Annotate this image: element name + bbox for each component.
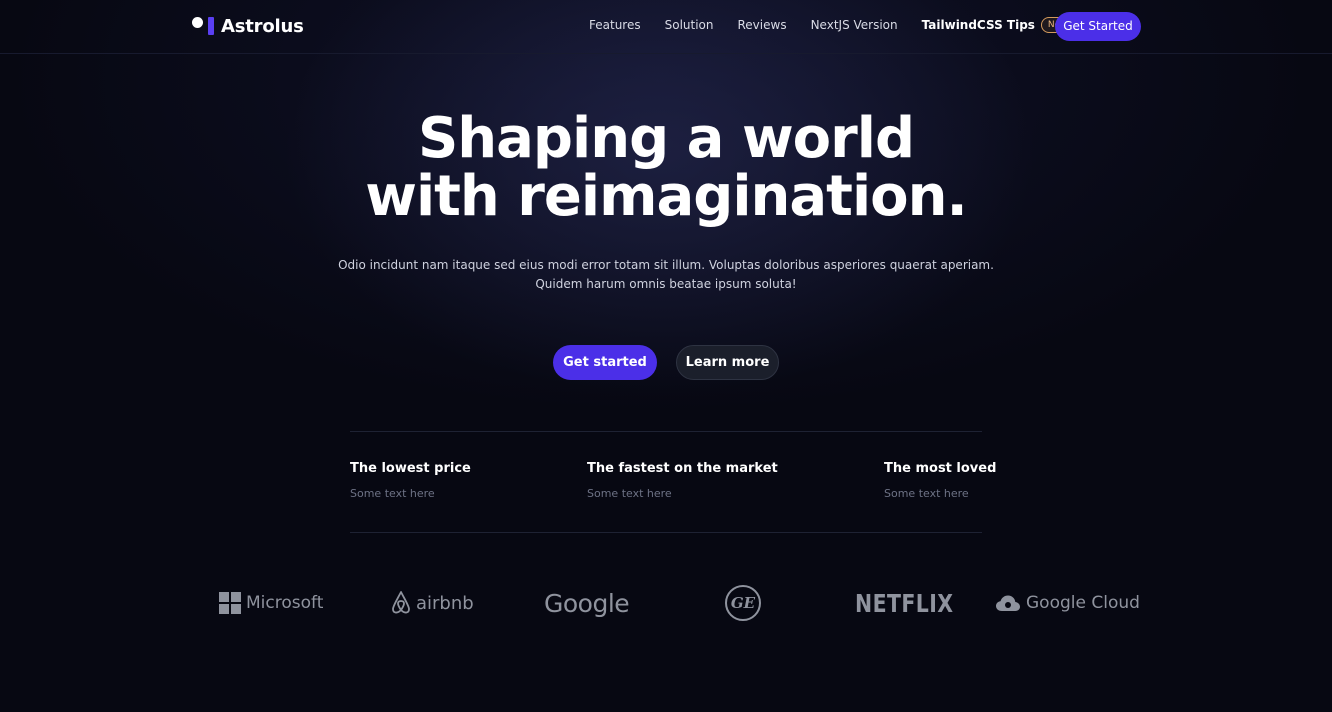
nav-link-nextjs-version[interactable]: NextJS Version xyxy=(811,18,898,32)
hero-title-line-2: with reimagination. xyxy=(365,164,968,229)
hero-subtitle-line-1: Odio incidunt nam itaque sed eius modi e… xyxy=(338,258,994,272)
nav-link-features[interactable]: Features xyxy=(589,18,641,32)
airbnb-icon xyxy=(392,591,410,614)
google-cloud-wordmark: Google Cloud xyxy=(1026,593,1140,613)
feature-text: Some text here xyxy=(587,487,672,500)
ge-monogram: GE xyxy=(730,594,756,612)
nav-link-reviews[interactable]: Reviews xyxy=(738,18,787,32)
nav-links: Features Solution Reviews NextJS Version… xyxy=(589,17,1075,33)
brand-logo[interactable]: Astrolus xyxy=(192,14,304,38)
google-logo: Google xyxy=(544,584,630,622)
nav-link-tailwind-tips[interactable]: TailwindCSS Tips xyxy=(922,18,1035,32)
feature-text: Some text here xyxy=(884,487,969,500)
get-started-button[interactable]: Get started xyxy=(553,345,657,380)
learn-more-button[interactable]: Learn more xyxy=(676,345,779,380)
netflix-wordmark: NETFLIX xyxy=(855,588,954,618)
nav-get-started-button[interactable]: Get Started xyxy=(1055,12,1141,41)
landing-page: Astrolus Features Solution Reviews NextJ… xyxy=(0,0,1332,712)
features-top-divider xyxy=(350,431,982,432)
nav-link-solution[interactable]: Solution xyxy=(665,18,714,32)
cloud-icon xyxy=(996,595,1020,611)
hero-subtitle: Odio incidunt nam itaque sed eius modi e… xyxy=(330,256,1002,294)
hero-subtitle-line-2: Quidem harum omnis beatae ipsum soluta! xyxy=(535,277,797,291)
google-wordmark: Google xyxy=(544,588,630,618)
feature-most-loved: The most loved Some text here xyxy=(884,461,996,500)
airbnb-logo: airbnb xyxy=(389,584,474,622)
hero-title: Shaping a world with reimagination. xyxy=(0,110,1332,226)
features-bottom-divider xyxy=(350,532,982,533)
brand-logo-icon xyxy=(192,15,216,37)
feature-text: Some text here xyxy=(350,487,435,500)
feature-title: The lowest price xyxy=(350,461,471,476)
ge-icon: GE xyxy=(725,585,761,621)
google-cloud-logo: Google Cloud xyxy=(995,584,1140,622)
microsoft-wordmark: Microsoft xyxy=(246,593,324,613)
microsoft-logo: Microsoft xyxy=(219,584,323,622)
feature-lowest-price: The lowest price Some text here xyxy=(350,461,471,500)
feature-title: The most loved xyxy=(884,461,997,476)
feature-fastest: The fastest on the market Some text here xyxy=(587,461,778,500)
top-navbar: Astrolus Features Solution Reviews NextJ… xyxy=(0,0,1332,54)
feature-title: The fastest on the market xyxy=(587,461,778,476)
netflix-logo: NETFLIX xyxy=(855,584,975,622)
ge-logo: GE xyxy=(725,584,761,622)
airbnb-wordmark: airbnb xyxy=(416,592,474,614)
brand-name: Astrolus xyxy=(221,15,304,37)
microsoft-icon xyxy=(219,592,241,614)
hero-title-line-1: Shaping a world xyxy=(417,106,915,171)
